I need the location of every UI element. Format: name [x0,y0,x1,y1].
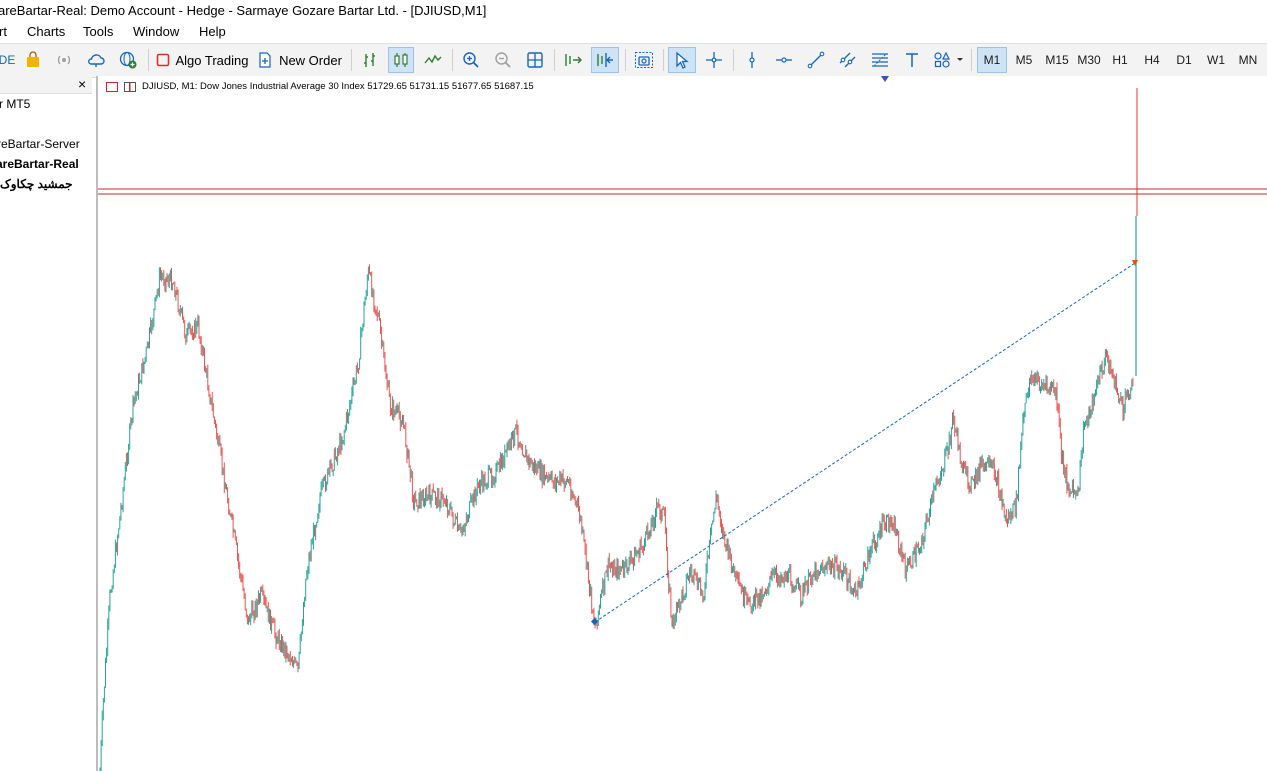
toolbar-separator [452,49,453,71]
channel-tool-button[interactable] [836,47,860,73]
navigator-item-account[interactable]: areBartar-Real [0,157,79,171]
navigator-item-platform[interactable]: r MT5 [0,97,30,111]
menu-bar: rt Charts Tools Window Help [0,22,1267,42]
timeframe-d1[interactable]: D1 [1169,47,1199,73]
toolbar-separator [351,49,352,71]
menu-item-help[interactable]: Help [199,22,226,42]
cursor-tool-button[interactable] [668,47,696,73]
toolbar-separator [971,49,972,71]
shopping-bag-icon [27,51,39,67]
zoom-in-button[interactable] [459,47,483,73]
timeframe-h4[interactable]: H4 [1137,47,1167,73]
line-chart-icon [424,54,442,64]
menu-item-window[interactable]: Window [133,22,179,42]
text-tool-button[interactable] [900,47,924,73]
trendline-icon [807,51,825,69]
cloud-icon [88,54,105,67]
menu-item-charts[interactable]: Charts [27,22,65,42]
chart-shift-marker[interactable] [881,76,889,82]
signals-button[interactable] [53,47,75,73]
trendline[interactable] [594,262,1136,623]
toolbar-separator [663,49,664,71]
navigator-panel: × r MT5 reBartar-Server areBartar-Real ج… [0,76,92,771]
fibonacci-tool-button[interactable] [868,47,892,73]
chart-shift-button[interactable] [591,47,619,73]
window-title-bar: areBartar-Real: Demo Account - Hedge - S… [0,0,1267,22]
vps-button[interactable] [117,47,139,73]
horizontal-line-icon [776,57,792,63]
shapes-icon [934,51,963,68]
candlestick-icon [394,53,408,67]
chart-properties-icon[interactable] [124,82,136,92]
one-click-trading-icon[interactable] [106,82,118,92]
market-button[interactable] [22,47,44,73]
shapes-tool-button[interactable] [930,47,966,73]
new-order-label: New Order [279,52,342,68]
algo-trading-button[interactable]: Algo Trading [155,47,249,73]
timeframe-m15[interactable]: M15 [1041,47,1073,73]
candlestick-chart-button[interactable] [388,47,414,73]
ide-button[interactable]: DE [0,47,16,73]
zoom-out-icon [495,52,511,68]
zoom-out-button[interactable] [491,47,515,73]
algo-trading-label: Algo Trading [175,52,249,68]
trendline-end-marker[interactable] [1132,260,1138,266]
timeframe-mn[interactable]: MN [1233,47,1263,73]
auto-scroll-icon [565,54,582,66]
toolbar-separator [148,49,149,71]
text-t-icon [906,53,918,67]
chart-info-line: DJIUSD, M1: Dow Jones Industrial Average… [142,81,534,92]
navigator-close-button[interactable]: × [78,76,86,92]
chart-window[interactable]: DJIUSD, M1: Dow Jones Industrial Average… [96,76,1267,771]
timeframe-h1[interactable]: H1 [1105,47,1135,73]
timeframe-m5[interactable]: M5 [1009,47,1039,73]
new-order-button[interactable]: New Order [258,47,342,73]
navigator-header: × [0,76,92,94]
fibonacci-icon [872,53,888,67]
trendline-tool-button[interactable] [804,47,828,73]
new-order-icon [259,52,271,68]
bar-chart-icon [364,53,375,67]
signal-icon [57,55,71,65]
cloud-button[interactable] [85,47,107,73]
bar-chart-button[interactable] [358,47,382,73]
globe-plus-icon [119,51,137,69]
cursor-arrow-icon [676,51,689,69]
menu-item-chart[interactable]: rt [0,22,7,42]
grid-icon [527,52,543,68]
stop-square-icon [156,53,169,67]
menu-item-tools[interactable]: Tools [83,22,113,42]
camera-icon [635,52,653,68]
horizontal-line-tool-button[interactable] [772,47,796,73]
window-title: areBartar-Real: Demo Account - Hedge - S… [0,3,487,18]
vertical-line-tool-button[interactable] [740,47,764,73]
screenshot-button[interactable] [632,47,656,73]
ide-label: DE [0,53,16,67]
timeframe-m30[interactable]: M30 [1073,47,1105,73]
main-toolbar: DE Algo Trading New Order M1 M5 M15 M30 … [0,43,1267,78]
crosshair-tool-button[interactable] [702,47,726,73]
price-chart[interactable] [98,76,1267,771]
candle-series [99,88,1138,771]
auto-scroll-button[interactable] [561,47,585,73]
tile-windows-button[interactable] [523,47,547,73]
toolbar-separator [554,49,555,71]
channel-icon [839,52,856,68]
timeframe-w1[interactable]: W1 [1201,47,1231,73]
navigator-item-user-name[interactable]: جمشید چکاوک [0,177,73,191]
navigator-item-server[interactable]: reBartar-Server [0,137,80,151]
zoom-in-icon [463,52,479,68]
crosshair-icon [706,52,722,68]
vertical-line-icon [749,52,755,68]
timeframe-m1[interactable]: M1 [977,47,1007,73]
toolbar-separator [733,49,734,71]
chart-shift-icon [597,53,613,67]
toolbar-separator [625,49,626,71]
line-chart-button[interactable] [421,47,445,73]
